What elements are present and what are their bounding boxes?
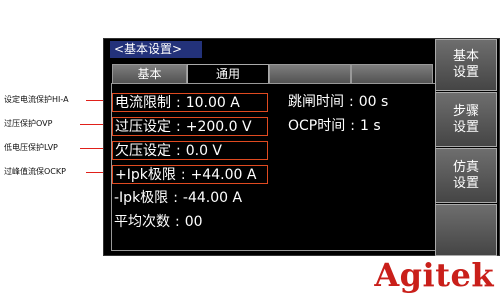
side-button-basic-settings[interactable]: 基本 设置: [435, 39, 497, 91]
param-label: 平均次数: [114, 214, 170, 230]
param-label: 跳闸时间: [288, 94, 344, 110]
side-button-step-settings[interactable]: 步骤 设置: [435, 92, 497, 147]
param-label: -Ipk极限: [114, 190, 169, 206]
annotation-ovp: 过压保护OVP: [4, 119, 53, 128]
param-label: 过压设定: [115, 119, 171, 135]
annotation-hi-a: 设定电流保护HI-A: [4, 95, 69, 104]
param-label: OCP时间: [288, 118, 346, 134]
param-value: 0.0 V: [185, 143, 223, 159]
tab-empty-4[interactable]: [351, 64, 433, 84]
tab-general[interactable]: 通用: [187, 64, 269, 84]
param-label: 欠压设定: [115, 143, 171, 159]
param-label: 电流限制: [115, 95, 171, 111]
side-button-sim-settings[interactable]: 仿真 设置: [435, 148, 497, 203]
tab-basic[interactable]: 基本: [112, 64, 187, 84]
param-value: 10.00 A: [185, 95, 240, 111]
param-ocp-time[interactable]: OCP时间:1 s: [286, 117, 381, 136]
param-ipk-neg[interactable]: -Ipk极限: -44.00 A: [112, 189, 242, 208]
param-value: -44.00 A: [182, 190, 243, 206]
screen-title: <基本设置>: [110, 41, 202, 58]
param-value: +200.0 V: [185, 119, 252, 135]
agitek-logo: Agitek: [374, 256, 494, 294]
param-current-limit[interactable]: 电流限制:10.00 A: [112, 93, 268, 112]
param-avg[interactable]: 平均次数:00: [112, 213, 203, 232]
param-value: 00: [184, 214, 203, 230]
side-button-empty[interactable]: [435, 204, 497, 256]
param-ipk-pos[interactable]: +Ipk极限: +44.00 A: [112, 165, 268, 184]
param-value: 1 s: [359, 118, 381, 134]
param-label: +Ipk极限: [115, 167, 176, 183]
tab-empty-3[interactable]: [269, 64, 351, 84]
param-ovp[interactable]: 过压设定: +200.0 V: [112, 117, 268, 136]
instrument-screen: <基本设置> 基本 通用 电流限制:10.00 A 过压设定: +200.0 V …: [103, 38, 500, 256]
annotation-ockp: 过峰值流保OCKP: [4, 167, 66, 176]
param-trip-time[interactable]: 跳闸时间:00 s: [286, 93, 388, 112]
param-uvp[interactable]: 欠压设定:0.0 V: [112, 141, 268, 160]
param-value: 00 s: [358, 94, 389, 110]
annotation-lvp: 低电压保护LVP: [4, 143, 58, 152]
param-value: +44.00 A: [190, 167, 257, 183]
